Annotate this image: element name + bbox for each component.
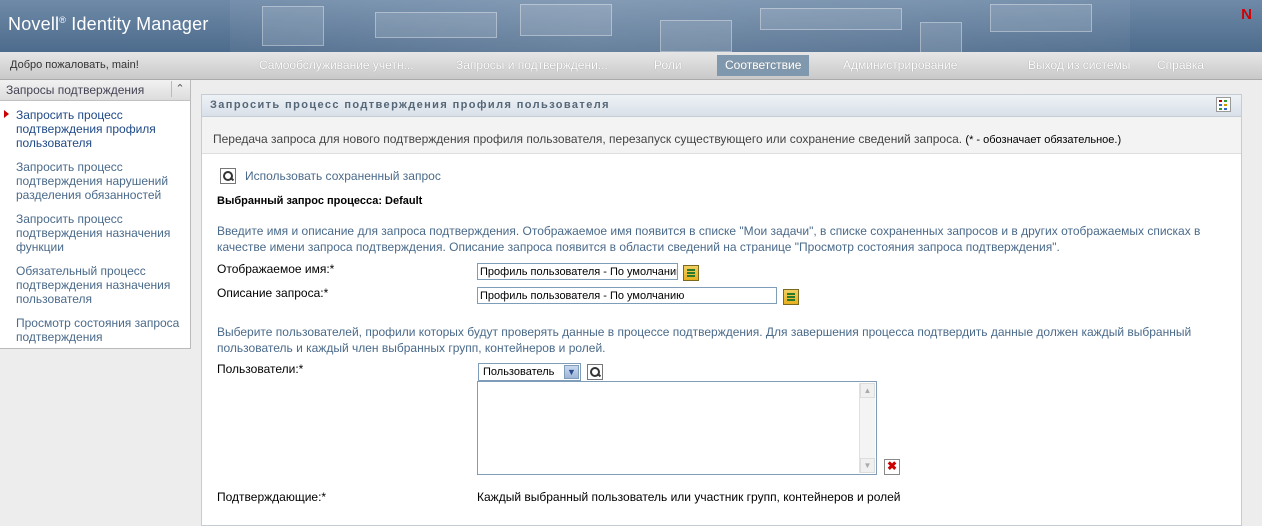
request-description-label: Описание запроса:* xyxy=(217,286,329,300)
sidebar-item-label: Просмотр состояния запроса подтверждения xyxy=(16,316,180,344)
scroll-up-icon[interactable]: ▲ xyxy=(860,383,875,398)
banner-decoration xyxy=(375,12,497,38)
attesters-value: Каждый выбранный пользователь или участн… xyxy=(477,490,901,504)
request-description-field[interactable]: Профиль пользователя - По умолчанию xyxy=(477,287,777,304)
sidebar-item-profile-attestation[interactable]: Запросить процесс подтверждения профиля … xyxy=(4,108,188,150)
banner-decoration xyxy=(660,20,732,52)
users-label: Пользователи:* xyxy=(217,362,304,376)
sidebar-item-request-status[interactable]: Просмотр состояния запроса подтверждения xyxy=(16,316,188,344)
panel-title: Запросить процесс подтверждения профиля … xyxy=(210,99,610,111)
banner-decoration xyxy=(760,8,902,30)
top-navigation: Добро пожаловать, main! Самообслуживание… xyxy=(0,52,1262,80)
sidebar-item-label: Запросить процесс подтверждения назначен… xyxy=(16,212,171,254)
sidebar: Запросы подтверждения ⌃ Запросить процес… xyxy=(0,80,191,349)
selected-request-label: Выбранный запрос процесса: Default xyxy=(217,195,423,207)
novell-n-logo: N xyxy=(1241,6,1252,23)
user-type-select[interactable]: Пользователь ▼ xyxy=(478,363,581,381)
nav-requests-approvals[interactable]: Запросы и подтверждени... xyxy=(448,55,616,76)
sidebar-title: Запросы подтверждения xyxy=(6,83,145,97)
panel-description: Передача запроса для нового подтверждени… xyxy=(213,132,1122,146)
sidebar-item-user-assignment-attestation[interactable]: Обязательный процесс подтверждения назна… xyxy=(16,264,188,306)
main-panel: Запросить процесс подтверждения профиля … xyxy=(201,94,1242,526)
edit-localized-icon[interactable] xyxy=(683,265,699,281)
banner-decoration xyxy=(262,6,324,46)
welcome-text: Добро пожаловать, main! xyxy=(10,59,139,71)
panel-header: Запросить процесс подтверждения профиля … xyxy=(202,95,1241,117)
scrollbar[interactable]: ▲ ▼ xyxy=(859,383,875,473)
attesters-label: Подтверждающие:* xyxy=(217,490,327,504)
delete-icon[interactable]: ✖ xyxy=(884,459,900,475)
use-saved-request-link[interactable]: Использовать сохраненный запрос xyxy=(245,169,441,183)
collapse-icon[interactable]: ⌃ xyxy=(171,81,188,97)
user-type-value: Пользователь xyxy=(483,366,555,378)
edit-localized-icon[interactable] xyxy=(783,289,799,305)
description-bar: Передача запроса для нового подтверждени… xyxy=(202,117,1241,154)
required-note: (* - обозначает обязательное.) xyxy=(965,134,1122,146)
panel-layout-icon[interactable] xyxy=(1216,97,1231,112)
sidebar-item-sod-attestation[interactable]: Запросить процесс подтверждения нарушени… xyxy=(16,160,188,202)
sidebar-item-role-assignment-attestation[interactable]: Запросить процесс подтверждения назначен… xyxy=(16,212,188,254)
intro-text: Введите имя и описание для запроса подтв… xyxy=(217,224,1201,254)
sidebar-item-label: Запросить процесс подтверждения профиля … xyxy=(16,108,156,150)
nav-compliance[interactable]: Соответствие xyxy=(717,55,809,76)
users-list[interactable]: ▲ ▼ xyxy=(477,381,877,475)
nav-self-service[interactable]: Самообслуживание учетн... xyxy=(251,55,422,76)
chevron-down-icon: ▼ xyxy=(564,365,579,379)
banner-decoration xyxy=(520,4,612,36)
product-logo: Novell® Identity Manager xyxy=(8,14,209,34)
sidebar-item-label: Обязательный процесс подтверждения назна… xyxy=(16,264,171,306)
users-intro-text: Выберите пользователей, профили которых … xyxy=(217,325,1192,355)
sidebar-header: Запросы подтверждения ⌃ xyxy=(0,80,190,101)
scroll-down-icon[interactable]: ▼ xyxy=(860,458,875,473)
sidebar-item-label: Запросить процесс подтверждения нарушени… xyxy=(16,160,169,202)
search-icon[interactable] xyxy=(220,168,236,184)
display-name-field[interactable]: Профиль пользователя - По умолчанию xyxy=(477,263,678,280)
banner-decoration xyxy=(920,22,962,52)
banner-decoration xyxy=(990,4,1092,32)
display-name-label: Отображаемое имя:* xyxy=(217,262,335,276)
nav-administration[interactable]: Администрирование xyxy=(835,55,965,76)
search-icon[interactable] xyxy=(587,364,603,380)
nav-logout[interactable]: Выход из системы xyxy=(1020,55,1138,76)
nav-help[interactable]: Справка xyxy=(1149,55,1212,76)
app-banner: Novell® Identity Manager N xyxy=(0,0,1262,52)
selected-arrow-icon xyxy=(4,110,9,118)
nav-roles[interactable]: Роли xyxy=(646,55,690,76)
